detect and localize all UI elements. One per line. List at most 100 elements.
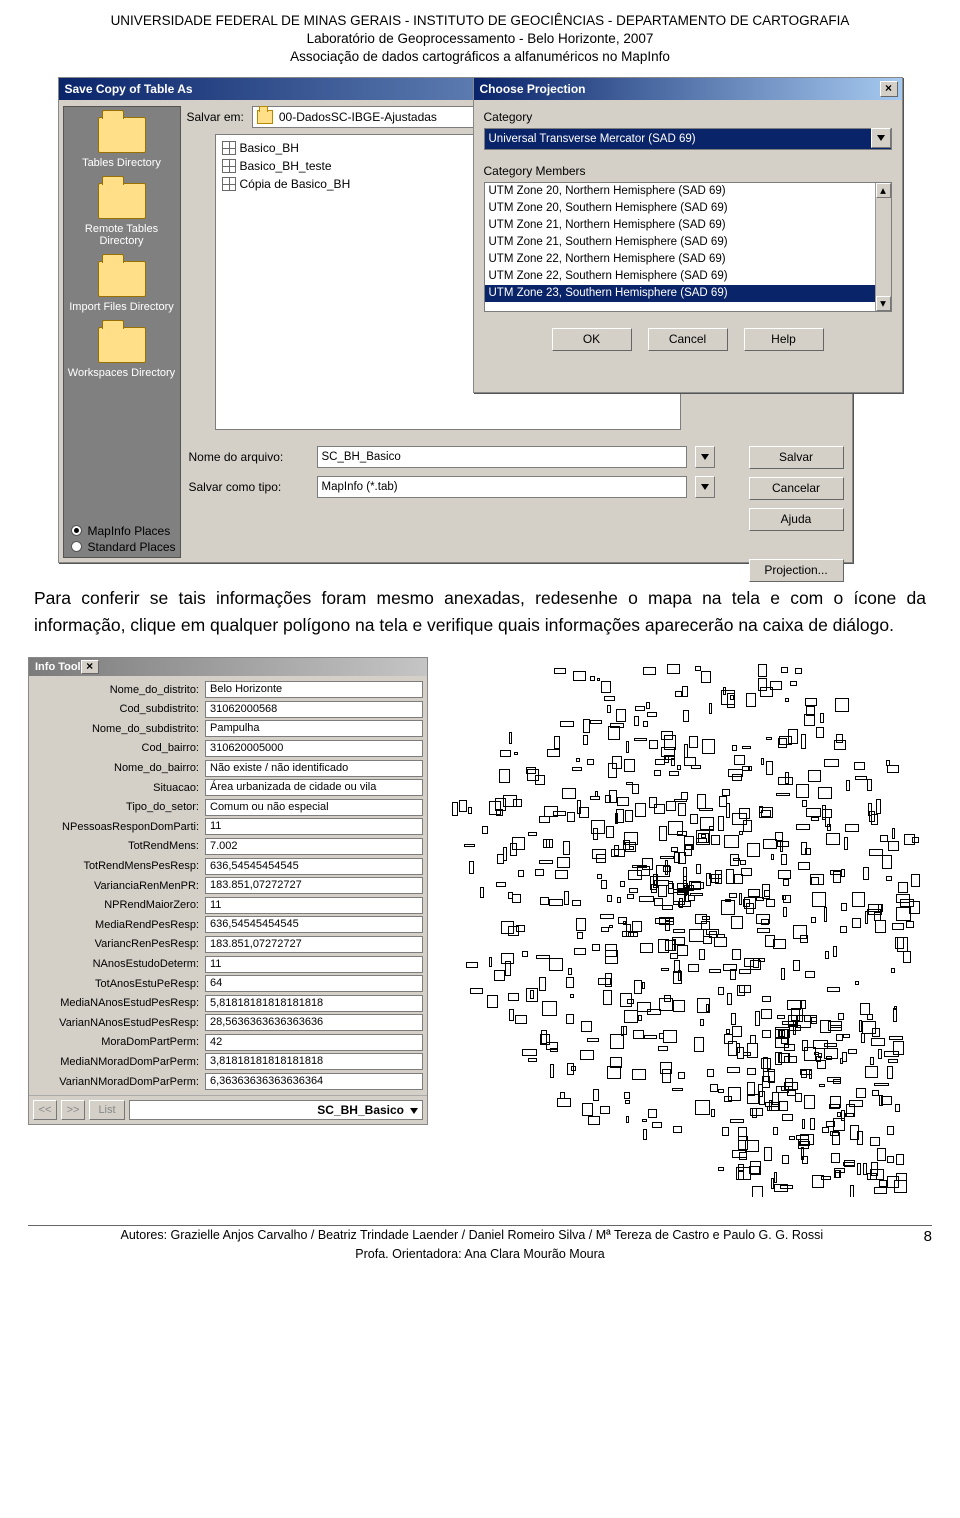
map-polygon[interactable]	[666, 801, 676, 811]
map-polygon[interactable]	[804, 1095, 815, 1109]
map-polygon[interactable]	[672, 939, 676, 951]
map-polygon[interactable]	[825, 951, 829, 960]
map-polygon[interactable]	[702, 739, 715, 754]
map-polygon[interactable]	[825, 817, 830, 828]
map-polygon[interactable]	[639, 896, 654, 901]
map-polygon[interactable]	[869, 811, 876, 821]
map-polygon[interactable]	[892, 923, 905, 930]
map-polygon[interactable]	[562, 788, 576, 798]
map-polygon[interactable]	[642, 982, 645, 989]
map-polygon[interactable]	[554, 668, 567, 674]
info-field-value[interactable]: 3,81818181818181818	[205, 1053, 423, 1070]
help-button[interactable]: Help	[744, 328, 824, 351]
map-polygon[interactable]	[567, 1063, 575, 1074]
info-field-value[interactable]: 5,81818181818181818	[205, 995, 423, 1012]
map-polygon[interactable]	[550, 1048, 558, 1052]
map-polygon[interactable]	[805, 971, 815, 978]
map-polygon[interactable]	[777, 1015, 786, 1019]
map-polygon[interactable]	[781, 1029, 788, 1044]
map-polygon[interactable]	[887, 1156, 894, 1164]
map-polygon[interactable]	[810, 1118, 814, 1130]
map-polygon[interactable]	[629, 846, 634, 849]
map-polygon[interactable]	[768, 1069, 774, 1083]
map-polygon[interactable]	[582, 1103, 592, 1116]
map-polygon[interactable]	[882, 855, 893, 869]
map-polygon[interactable]	[773, 939, 786, 949]
map-polygon[interactable]	[724, 835, 739, 848]
map-polygon[interactable]	[852, 892, 866, 907]
prev-button[interactable]: <<	[33, 1100, 57, 1120]
map-polygon[interactable]	[721, 900, 735, 914]
map-polygon[interactable]	[835, 698, 849, 712]
map-polygon[interactable]	[887, 765, 899, 773]
map-polygon[interactable]	[732, 774, 742, 781]
map-polygon[interactable]	[723, 964, 738, 971]
map-polygon[interactable]	[500, 750, 510, 757]
map-polygon[interactable]	[824, 1048, 837, 1059]
map-polygon[interactable]	[805, 698, 817, 706]
map-polygon[interactable]	[635, 706, 645, 711]
map-polygon[interactable]	[626, 924, 631, 937]
map-polygon[interactable]	[788, 1015, 798, 1027]
map-polygon[interactable]	[808, 770, 821, 782]
map-polygon[interactable]	[773, 1127, 778, 1135]
map-polygon[interactable]	[724, 1034, 733, 1044]
map-polygon[interactable]	[684, 836, 695, 850]
map-polygon[interactable]	[658, 885, 668, 896]
map-polygon[interactable]	[513, 799, 523, 807]
scroll-down-icon[interactable]: ▾	[876, 296, 891, 311]
map-polygon[interactable]	[780, 1185, 792, 1189]
map-polygon[interactable]	[762, 996, 771, 1001]
map-polygon[interactable]	[610, 723, 625, 728]
map-polygon[interactable]	[678, 1072, 685, 1079]
map-polygon[interactable]	[470, 988, 483, 994]
map-polygon[interactable]	[539, 816, 550, 823]
map-polygon[interactable]	[540, 897, 549, 905]
map-polygon[interactable]	[896, 907, 911, 921]
map-polygon[interactable]	[643, 1129, 647, 1140]
map-polygon[interactable]	[855, 981, 860, 984]
map-polygon[interactable]	[850, 1185, 854, 1197]
map-polygon[interactable]	[505, 961, 511, 975]
map-polygon[interactable]	[766, 737, 772, 741]
map-polygon[interactable]	[590, 720, 603, 724]
map-polygon[interactable]	[662, 1069, 671, 1083]
map-polygon[interactable]	[508, 993, 519, 1001]
info-field-value[interactable]: Belo Horizonte	[205, 681, 423, 698]
map-polygon[interactable]	[837, 1112, 841, 1117]
map-polygon[interactable]	[739, 985, 751, 994]
map-polygon[interactable]	[539, 977, 546, 992]
map-polygon[interactable]	[824, 759, 839, 767]
map-polygon[interactable]	[626, 741, 629, 754]
map-polygon[interactable]	[746, 693, 756, 708]
map-polygon[interactable]	[535, 869, 544, 876]
map-polygon[interactable]	[776, 793, 790, 796]
cancel-button[interactable]: Cancel	[648, 328, 728, 351]
map-polygon[interactable]	[640, 943, 654, 953]
map-polygon[interactable]	[763, 839, 777, 849]
map-polygon[interactable]	[739, 831, 743, 835]
map-polygon[interactable]	[714, 937, 727, 947]
map-polygon[interactable]	[772, 1092, 779, 1105]
map-view[interactable]	[432, 657, 932, 1197]
map-polygon[interactable]	[557, 1098, 572, 1107]
map-polygon[interactable]	[740, 860, 746, 865]
map-polygon[interactable]	[672, 1088, 682, 1091]
map-polygon[interactable]	[643, 721, 648, 728]
map-polygon[interactable]	[722, 789, 730, 796]
map-polygon[interactable]	[895, 1104, 900, 1111]
map-polygon[interactable]	[610, 1034, 624, 1049]
map-polygon[interactable]	[819, 1084, 824, 1087]
map-polygon[interactable]	[801, 1147, 804, 1160]
map-polygon[interactable]	[466, 962, 478, 967]
map-polygon[interactable]	[699, 949, 705, 959]
map-polygon[interactable]	[912, 837, 919, 844]
map-polygon[interactable]	[857, 1163, 861, 1175]
map-polygon[interactable]	[782, 895, 787, 900]
map-polygon[interactable]	[820, 713, 824, 723]
map-polygon[interactable]	[860, 1003, 870, 1015]
map-polygon[interactable]	[701, 671, 711, 683]
info-field-value[interactable]: 183.851,07272727	[205, 936, 423, 953]
map-polygon[interactable]	[787, 1090, 796, 1096]
map-polygon[interactable]	[652, 1122, 662, 1128]
